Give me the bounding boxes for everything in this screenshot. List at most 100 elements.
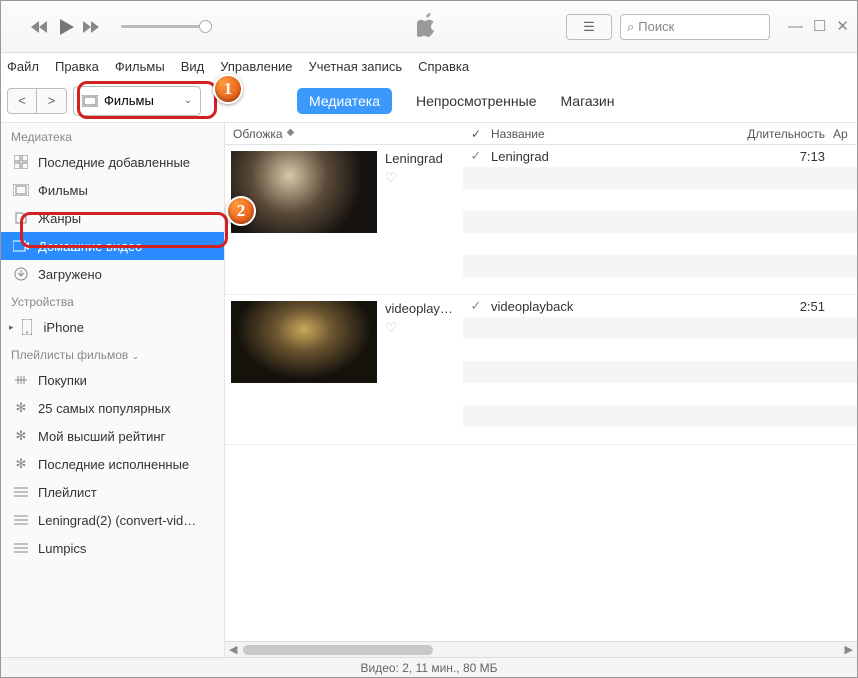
sidebar-item-downloaded[interactable]: Загружено xyxy=(1,260,224,288)
media-title: Leningrad xyxy=(385,151,443,166)
menubar: Файл Правка Фильмы Вид Управление Учетна… xyxy=(1,53,857,79)
search-input[interactable]: ⌕ Поиск xyxy=(620,14,770,40)
thumbnail[interactable] xyxy=(231,151,377,233)
track-name: Leningrad xyxy=(489,149,735,164)
genres-icon xyxy=(13,210,29,226)
volume-slider[interactable] xyxy=(121,25,206,28)
track-duration: 7:13 xyxy=(735,149,833,164)
sidebar-item-leningrad-pl[interactable]: Leningrad(2) (convert-vid… xyxy=(1,506,224,534)
menu-controls[interactable]: Управление xyxy=(220,59,292,74)
sidebar-item-recent-played[interactable]: ✻ Последние исполненные xyxy=(1,450,224,478)
sidebar-item-label: Последние исполненные xyxy=(38,457,189,472)
close-button[interactable]: ✕ xyxy=(836,19,849,35)
sidebar-item-playlist[interactable]: Плейлист xyxy=(1,478,224,506)
sidebar-section-devices: Устройства xyxy=(1,288,224,313)
sidebar-item-label: Жанры xyxy=(38,211,81,226)
menu-account[interactable]: Учетная запись xyxy=(309,59,403,74)
media-row[interactable]: Leningrad ♡ ✓ Leningrad 7:13 xyxy=(225,145,857,295)
download-icon xyxy=(13,266,29,282)
sidebar-section-playlists[interactable]: Плейлисты фильмов ⌄ xyxy=(1,341,224,366)
callout-badge-1: 1 xyxy=(213,74,243,104)
secondary-bar: < > Фильмы ⌄ Медиатека Непросмотренные М… xyxy=(1,79,857,123)
callout-badge-2: 2 xyxy=(226,196,256,226)
menu-help[interactable]: Справка xyxy=(418,59,469,74)
sidebar: Медиатека Последние добавленные Фильмы Ж… xyxy=(1,123,225,657)
sidebar-item-recent[interactable]: Последние добавленные xyxy=(1,148,224,176)
sidebar-item-iphone[interactable]: ▸ iPhone xyxy=(1,313,224,341)
sidebar-item-top-rated[interactable]: ✻Мой высший рейтинг xyxy=(1,422,224,450)
sidebar-item-label: Последние добавленные xyxy=(38,155,190,170)
sidebar-item-label: Фильмы xyxy=(38,183,88,198)
col-name[interactable]: Название xyxy=(489,127,735,141)
chevron-updown-icon: ⌄ xyxy=(184,95,192,106)
sidebar-section-library: Медиатека xyxy=(1,123,224,148)
grid-icon xyxy=(13,154,29,170)
maximize-button[interactable]: ☐ xyxy=(813,19,826,35)
sidebar-item-label: Мой высший рейтинг xyxy=(38,429,165,444)
sidebar-item-lumpics[interactable]: Lumpics xyxy=(1,534,224,562)
playlist-icon xyxy=(13,484,29,500)
sidebar-item-label: Покупки xyxy=(38,373,87,388)
column-headers: Обложка ◆ ✓ Название Длительность Ар xyxy=(225,123,857,145)
playlist-icon xyxy=(13,512,29,528)
sort-indicator-icon: ◆ xyxy=(287,127,295,141)
sidebar-item-label: Lumpics xyxy=(38,541,86,556)
minimize-button[interactable]: — xyxy=(788,19,803,35)
track-name: videoplayback xyxy=(489,299,735,314)
nav-forward-button[interactable]: > xyxy=(37,88,67,114)
list-view-button[interactable]: ☰ xyxy=(566,14,612,40)
menu-movies[interactable]: Фильмы xyxy=(115,59,165,74)
tab-library[interactable]: Медиатека xyxy=(297,88,392,114)
nav-back-button[interactable]: < xyxy=(7,88,37,114)
thumbnail[interactable] xyxy=(231,301,377,383)
play-button[interactable] xyxy=(55,17,77,37)
tab-store[interactable]: Магазин xyxy=(560,93,614,109)
col-checked[interactable]: ✓ xyxy=(463,127,489,141)
heart-icon[interactable]: ♡ xyxy=(385,170,443,186)
tab-unwatched[interactable]: Непросмотренные xyxy=(416,93,536,109)
col-artist[interactable]: Ар xyxy=(833,127,857,141)
col-cover[interactable]: Обложка xyxy=(233,127,283,141)
sidebar-item-genres[interactable]: Жанры xyxy=(1,204,224,232)
sidebar-item-top25[interactable]: ✻ 25 самых популярных xyxy=(1,394,224,422)
menu-file[interactable]: Файл xyxy=(7,59,39,74)
heart-icon[interactable]: ♡ xyxy=(385,320,453,336)
film-icon xyxy=(13,182,29,198)
row-check[interactable]: ✓ xyxy=(463,298,489,314)
sidebar-item-label: Плейлист xyxy=(38,485,97,500)
dropdown-label: Фильмы xyxy=(104,93,154,108)
menu-edit[interactable]: Правка xyxy=(55,59,99,74)
prev-button[interactable] xyxy=(29,19,51,35)
film-icon xyxy=(82,93,98,109)
gear-icon: ✻ xyxy=(13,400,29,416)
track-duration: 2:51 xyxy=(735,299,833,314)
chevron-down-icon: ⌄ xyxy=(132,351,140,361)
gear-icon: ✻ xyxy=(13,456,29,472)
main-content: Обложка ◆ ✓ Название Длительность Ар Len… xyxy=(225,123,857,657)
phone-icon xyxy=(19,319,35,335)
sidebar-item-label: Домашние видео xyxy=(38,239,142,254)
sidebar-item-purchases[interactable]: Покупки xyxy=(1,366,224,394)
list-icon: ☰ xyxy=(583,19,595,35)
scroll-left-icon[interactable]: ◀ xyxy=(225,643,241,656)
sidebar-item-label: iPhone xyxy=(44,320,84,335)
scroll-right-icon[interactable]: ▶ xyxy=(841,643,857,656)
purchases-icon xyxy=(13,372,29,388)
sidebar-item-label: Leningrad(2) (convert-vid… xyxy=(38,513,196,528)
disclosure-triangle-icon[interactable]: ▸ xyxy=(9,322,14,333)
scrollbar-thumb[interactable] xyxy=(243,645,433,655)
sidebar-item-label: 25 самых популярных xyxy=(38,401,171,416)
sidebar-item-movies[interactable]: Фильмы xyxy=(1,176,224,204)
next-button[interactable] xyxy=(81,19,103,35)
menu-view[interactable]: Вид xyxy=(181,59,205,74)
media-row[interactable]: videoplay… ♡ ✓ videoplayback 2:51 xyxy=(225,295,857,445)
media-title: videoplay… xyxy=(385,301,453,316)
status-bar: Видео: 2, 11 мин., 80 МБ xyxy=(1,657,857,677)
sidebar-item-home-video[interactable]: Домашние видео xyxy=(1,232,224,260)
category-dropdown[interactable]: Фильмы ⌄ xyxy=(73,86,201,116)
playlist-icon xyxy=(13,540,29,556)
horizontal-scrollbar[interactable]: ◀ ▶ xyxy=(225,641,857,657)
search-placeholder: Поиск xyxy=(638,19,674,34)
row-check[interactable]: ✓ xyxy=(463,148,489,164)
col-duration[interactable]: Длительность xyxy=(735,127,833,141)
